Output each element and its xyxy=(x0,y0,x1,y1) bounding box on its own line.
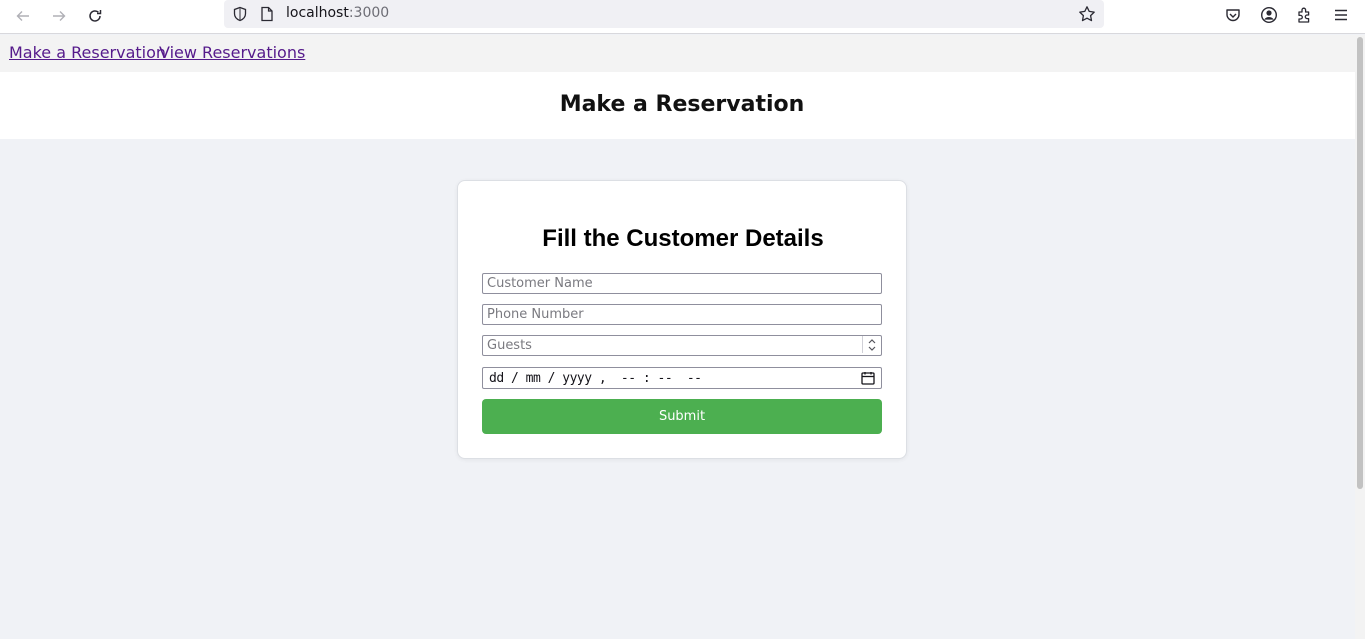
submit-button[interactable]: Submit xyxy=(482,399,882,434)
bookmark-star-icon[interactable] xyxy=(1078,5,1096,23)
url-text[interactable]: localhost:3000 xyxy=(286,5,389,21)
forward-button[interactable] xyxy=(46,3,72,29)
address-bar[interactable]: localhost:3000 xyxy=(224,0,1104,28)
extensions-icon[interactable] xyxy=(1293,3,1317,27)
calendar-icon[interactable] xyxy=(861,371,875,385)
shield-icon[interactable] xyxy=(231,5,249,23)
browser-toolbar: localhost:3000 xyxy=(0,0,1365,34)
arrow-right-icon xyxy=(53,11,66,21)
arrow-left-icon xyxy=(16,11,29,21)
phone-number-input[interactable] xyxy=(482,304,882,325)
top-nav: Make a Reservation View Reservations xyxy=(0,35,1355,72)
page-header: Make a Reservation xyxy=(0,72,1355,139)
datetime-input[interactable]: dd / mm / yyyy , -- : -- -- xyxy=(482,367,882,389)
guests-input[interactable] xyxy=(482,335,882,356)
account-icon[interactable] xyxy=(1257,3,1281,27)
page-content: Make a Reservation View Reservations Mak… xyxy=(0,35,1355,639)
nav-link-make-reservation[interactable]: Make a Reservation xyxy=(9,43,166,62)
reload-button[interactable] xyxy=(82,3,108,29)
datetime-placeholder: dd / mm / yyyy , -- : -- -- xyxy=(489,371,702,386)
nav-link-view-reservations[interactable]: View Reservations xyxy=(159,43,305,62)
page-icon xyxy=(258,5,276,23)
scrollbar-thumb[interactable] xyxy=(1357,37,1363,489)
page-title: Make a Reservation xyxy=(559,92,805,117)
back-button[interactable] xyxy=(10,3,36,29)
stepper-arrows-icon xyxy=(868,338,875,351)
reload-icon xyxy=(89,10,102,22)
menu-icon[interactable] xyxy=(1329,3,1353,27)
guests-stepper[interactable] xyxy=(862,336,880,353)
form-title: Fill the Customer Details xyxy=(542,225,824,252)
scrollbar[interactable] xyxy=(1355,35,1365,639)
customer-name-input[interactable] xyxy=(482,273,882,294)
reservation-form-card: Fill the Customer Details dd / mm / yyyy… xyxy=(457,180,907,459)
pocket-icon[interactable] xyxy=(1221,3,1245,27)
guests-field xyxy=(482,335,882,356)
